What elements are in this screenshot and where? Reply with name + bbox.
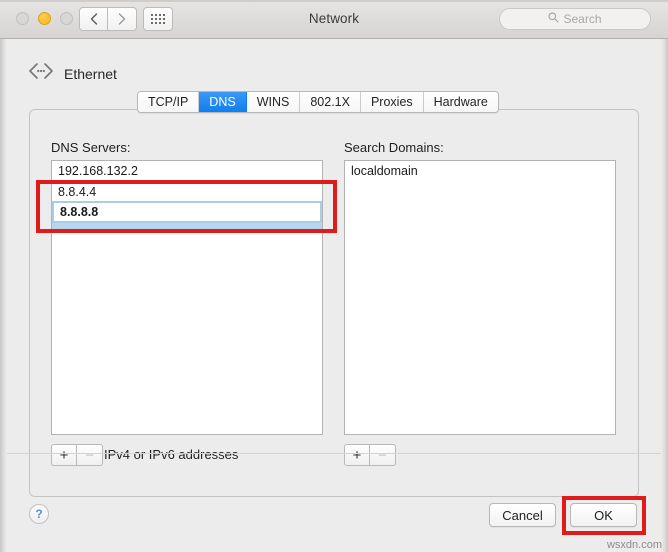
search-domains-add-remove: + − bbox=[344, 444, 396, 466]
tab-wins[interactable]: WINS bbox=[246, 92, 301, 112]
ok-button[interactable]: OK bbox=[570, 503, 637, 527]
dns-servers-label: DNS Servers: bbox=[51, 140, 131, 155]
add-search-domain-button[interactable]: + bbox=[344, 444, 370, 466]
dns-editing-highlight-band bbox=[52, 223, 322, 231]
help-button[interactable]: ? bbox=[29, 504, 49, 524]
tab-proxies[interactable]: Proxies bbox=[360, 92, 424, 112]
tab-8021x[interactable]: 802.1X bbox=[300, 92, 361, 112]
network-preferences-window: Network Search Ethernet TCP/IP DNS WINS … bbox=[0, 0, 668, 552]
sheet-left-edge bbox=[0, 39, 7, 552]
sheet-right-edge bbox=[661, 39, 668, 552]
tab-bar: TCP/IP DNS WINS 802.1X Proxies Hardware bbox=[137, 91, 499, 113]
search-domains-list[interactable]: localdomain bbox=[344, 160, 616, 435]
search-domains-label: Search Domains: bbox=[344, 140, 444, 155]
watermark: wsxdn.com bbox=[606, 539, 662, 551]
search-placeholder: Search bbox=[563, 12, 602, 26]
dns-servers-add-remove: + − bbox=[51, 444, 103, 466]
dns-server-row[interactable]: 192.168.132.2 bbox=[52, 161, 322, 181]
tab-dns[interactable]: DNS bbox=[199, 92, 247, 112]
titlebar-top-edge bbox=[0, 0, 668, 2]
search-field[interactable]: Search bbox=[499, 8, 651, 30]
dns-server-row-editing[interactable]: 8.8.8.8 bbox=[52, 201, 322, 223]
service-header: Ethernet bbox=[28, 62, 117, 85]
dns-server-row[interactable]: 8.8.4.4 bbox=[52, 181, 322, 201]
footer-divider bbox=[7, 453, 661, 454]
cancel-button[interactable]: Cancel bbox=[489, 503, 556, 527]
tab-hardware[interactable]: Hardware bbox=[423, 92, 498, 112]
tab-tcpip[interactable]: TCP/IP bbox=[138, 92, 200, 112]
search-domain-row[interactable]: localdomain bbox=[345, 161, 615, 181]
dns-address-hint: IPv4 or IPv6 addresses bbox=[104, 447, 239, 462]
add-dns-server-button[interactable]: + bbox=[51, 444, 77, 466]
remove-dns-server-button[interactable]: − bbox=[77, 444, 103, 466]
dns-servers-list[interactable]: 192.168.132.2 8.8.4.4 8.8.8.8 bbox=[51, 160, 323, 435]
window-titlebar: Network Search bbox=[0, 0, 668, 39]
search-icon bbox=[548, 10, 560, 28]
remove-search-domain-button[interactable]: − bbox=[370, 444, 396, 466]
ethernet-icon bbox=[28, 62, 54, 85]
service-name: Ethernet bbox=[64, 65, 117, 82]
